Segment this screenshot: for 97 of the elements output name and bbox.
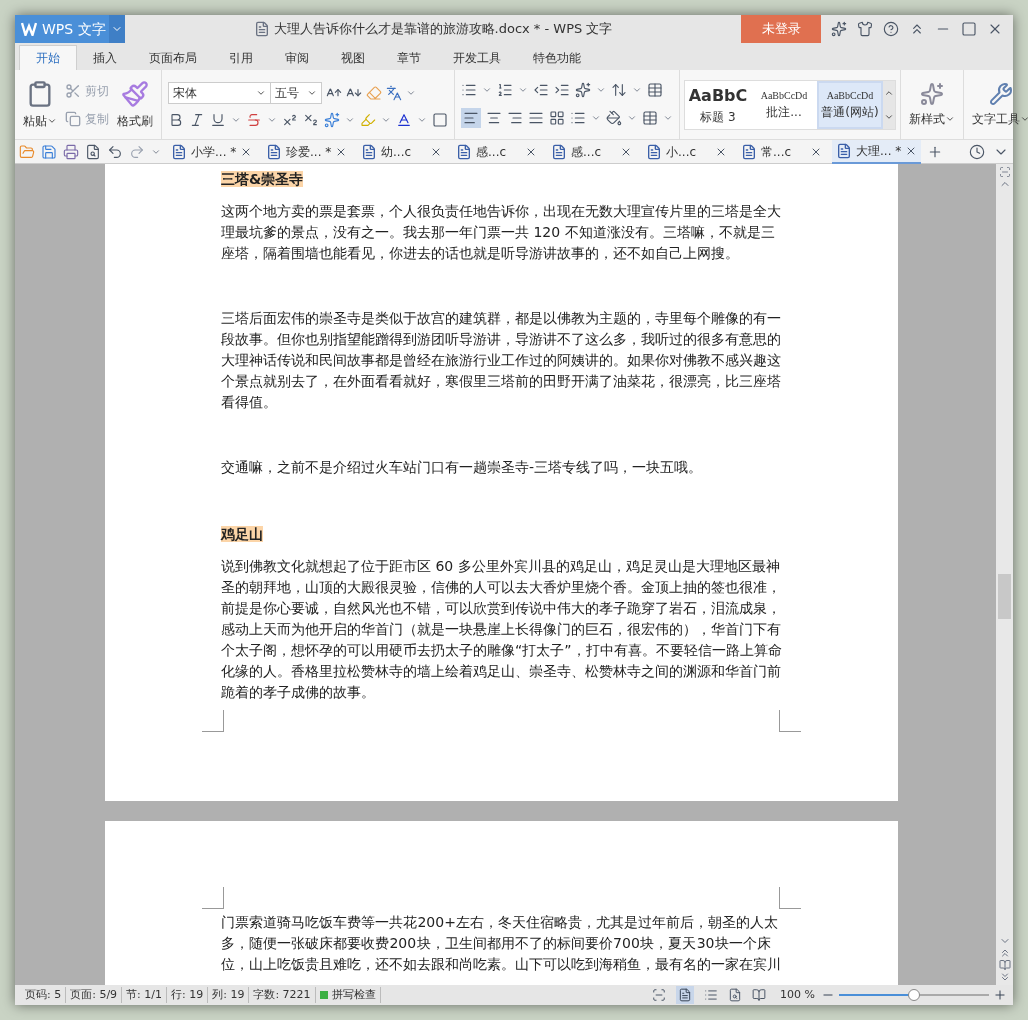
ribbon-tab[interactable]: 页面布局: [133, 45, 213, 70]
status-text: 页码: 5: [21, 986, 67, 1004]
document-icon: [456, 143, 472, 160]
distribute-icon[interactable]: [549, 109, 565, 126]
document-tab[interactable]: 小...c: [642, 139, 731, 164]
ribbon-tab[interactable]: 插入: [77, 45, 133, 70]
ribbon-tab[interactable]: 审阅: [269, 45, 325, 70]
underline-icon[interactable]: [210, 111, 226, 128]
sparkle-icon: [920, 81, 944, 106]
document-icon: [646, 143, 662, 160]
text-effect-icon[interactable]: [324, 111, 340, 128]
copy-icon: [65, 110, 81, 127]
paint-bucket-icon[interactable]: [606, 109, 622, 126]
status-text: 列: 19: [208, 986, 250, 1004]
document-icon: [253, 21, 270, 37]
ribbon-tab[interactable]: 章节: [381, 45, 437, 70]
body-paragraph: 说到佛教文化就想起了位于距市区 60 多公里外宾川县的鸡足山，鸡足灵山是大理地区最神圣的朝拜地，山顶的大殿很灵验，信佛的人可以去大香炉里烧个香。金顶上抽的签也很准，前提是你心要诚，自然风光也不错，可以欣赏到传说中伟大的孝子跪穿了岩石，泪流成泉，感动上天而为他开启的华首门（就是一块悬崖上长得像门的巨石，很宏伟的），华首门下有个太子阁，想怀孕的可以用硬币去扔太子的雕像“打太子”，打中有喜。不要轻信一路上算命化缘的人。香格里拉松赞林寺的墙上绘着鸡足山、崇圣寺、松赞林寺之间的渊源和华首门前跪着的孝子成佛的故事。: [221, 557, 782, 702]
print-icon[interactable]: [63, 143, 79, 160]
body-paragraph: 交通嘛，之前不是介绍过火车站门口有一趟崇圣寺-三塔专线了吗，一块五哦。: [221, 458, 704, 477]
border-icon[interactable]: [642, 109, 658, 126]
strikethrough-icon[interactable]: [246, 111, 262, 128]
document-icon: [171, 143, 187, 160]
open-icon[interactable]: [19, 143, 35, 160]
style-preset[interactable]: AaBbCcDd 批注...: [751, 80, 817, 129]
zoom-thumb[interactable]: [908, 989, 920, 1001]
body-paragraph: 门票索道骑马吃饭车费等一共花 200+左右，冬天住宿略贵，尤其是过年前后，朝圣的人太多，随便一张破床都要收费 200 块，卫生间都用不了的标间要价 700 块，夏天 30 块一个床位，山上吃饭贵且难吃，还不如去跟和尚吃素。山下可以吃到海稍鱼，最有名的一家在宾川: [221, 913, 782, 974]
document-icon: [741, 143, 757, 160]
zoom-level: 100 %: [780, 986, 815, 1003]
phonetic-guide-icon[interactable]: [386, 84, 402, 101]
document-icon: [551, 143, 567, 160]
line-break-icon[interactable]: [611, 81, 627, 98]
text-tools-button[interactable]: 文字工具: [964, 70, 1028, 139]
document-tab[interactable]: 感...c: [547, 139, 636, 164]
bold-icon[interactable]: [168, 111, 184, 128]
document-icon: [361, 143, 377, 160]
paintbrush-icon: [121, 79, 149, 108]
document-tab[interactable]: 感...c: [452, 139, 541, 164]
print-preview-icon[interactable]: [85, 143, 101, 160]
body-paragraph: 这两个地方卖的票是套票，个人很负责任地告诉你，出现在无数大理宣传片里的三塔是全大理最坑爹的景点，没有之一。我去那一年门票一共 120 不知道涨没有。三塔嘛，不就是三座塔，隔着围墙也能看见，你进去的话也就是听导游讲故事的，还不如自己上网搜。: [221, 202, 782, 263]
status-text: 页面: 5/9: [66, 986, 123, 1004]
status-text: 行: 19: [167, 986, 209, 1004]
format-painter-button[interactable]: 格式刷: [117, 79, 153, 130]
body-paragraph: 三塔后面宏伟的崇圣寺是类似于故宫的建筑群，都是以佛教为主题的，寺里每个雕像的有一段故事。但你也别指望能蹭得到游团听导游讲，导游讲不了这么多，我听过的很多有意思的大理神话传说和民间故事都是曾经在旅游行业工作过的阿姨讲的。如果你对佛教不感兴趣这个景点就别去了，在外面看看就好，寒假里三塔前的田野开满了油菜花，很漂亮，比三座塔看得值。: [221, 309, 782, 412]
document-tab[interactable]: 珍爱... *: [262, 139, 351, 164]
ribbon-tab[interactable]: 引用: [213, 45, 269, 70]
paste-button[interactable]: 粘贴: [23, 79, 57, 130]
italic-icon[interactable]: [189, 111, 205, 128]
document-tab[interactable]: 常...c: [737, 139, 826, 164]
document-icon: [266, 143, 282, 160]
maximize-icon[interactable]: [961, 21, 977, 37]
margin-corner-mark: [779, 710, 801, 732]
outline-view-icon[interactable]: [704, 988, 719, 1002]
browse-object-icon[interactable]: [998, 959, 1011, 971]
document-tab[interactable]: 小学... *: [167, 139, 256, 164]
style-preset[interactable]: AaBbC 标题 3: [685, 80, 751, 129]
margin-corner-mark: [779, 887, 801, 909]
section-heading: 三塔&崇圣寺: [221, 171, 304, 187]
numbered-list-icon[interactable]: [497, 81, 513, 98]
ribbon-tab[interactable]: 特色功能: [517, 45, 597, 70]
document-tab[interactable]: 大理... *: [832, 139, 921, 164]
page-view-icon[interactable]: [678, 988, 693, 1002]
ribbon-tab[interactable]: 开始: [19, 45, 77, 70]
scissors-icon: [65, 82, 81, 99]
ribbon-tab[interactable]: 视图: [325, 45, 381, 70]
new-style-button[interactable]: 新样式: [901, 70, 964, 139]
window-title: 大理人告诉你什么才是靠谱的旅游攻略.docx * - WPS 文字: [273, 20, 613, 39]
table-icon[interactable]: [647, 81, 663, 98]
ribbon-tab[interactable]: 开发工具: [437, 45, 517, 70]
char-shading-icon[interactable]: [432, 111, 448, 128]
section-heading: 鸡足山: [221, 526, 263, 542]
status-text: 节: 1/1: [122, 986, 167, 1004]
style-preset[interactable]: AaBbCcDd 普通(网站): [817, 80, 883, 129]
reading-view-icon[interactable]: [752, 988, 767, 1002]
status-text: 字数: 7221: [249, 986, 316, 1004]
margin-corner-mark: [202, 887, 224, 909]
scrollbar-thumb[interactable]: [998, 574, 1011, 619]
help-icon[interactable]: [883, 21, 899, 37]
save-icon[interactable]: [41, 143, 57, 160]
spell-check-status[interactable]: 拼写检查: [315, 986, 381, 1004]
document-tab[interactable]: 幼...c: [357, 139, 446, 164]
clock-icon[interactable]: [969, 143, 985, 160]
undo-icon[interactable]: [107, 143, 123, 160]
shirt-icon[interactable]: [857, 21, 873, 37]
zoom-in-icon[interactable]: [993, 988, 1007, 1002]
font-size-dropdown[interactable]: 五号: [270, 81, 322, 104]
logo-icon: [21, 22, 37, 36]
ruler-toggle-icon[interactable]: [998, 166, 1011, 178]
web-view-icon[interactable]: [728, 988, 743, 1002]
vertical-scrollbar[interactable]: [996, 164, 1013, 985]
font-color-icon[interactable]: [396, 111, 412, 128]
wrench-icon: [989, 81, 1013, 106]
full-screen-icon[interactable]: [652, 988, 667, 1002]
margin-corner-mark: [202, 710, 224, 732]
app-name: WPS 文字: [42, 19, 106, 39]
zoom-slider[interactable]: [839, 988, 989, 1002]
document-icon: [836, 142, 852, 159]
font-family-dropdown[interactable]: 宋体: [168, 81, 271, 104]
